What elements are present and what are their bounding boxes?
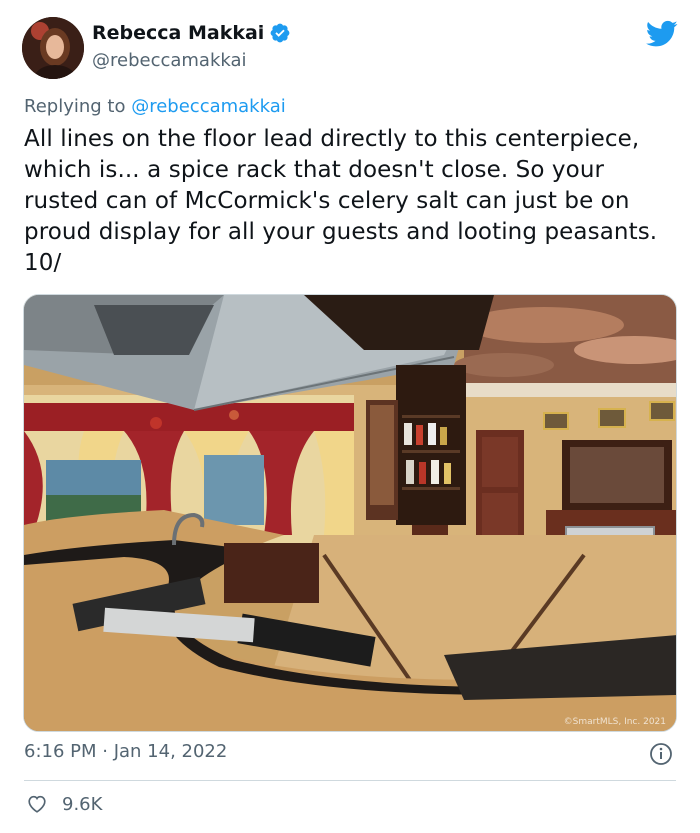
heart-icon[interactable]	[26, 793, 48, 815]
tweet-text: All lines on the floor lead directly to …	[24, 126, 658, 276]
replying-to-mention-link[interactable]: @rebeccamakkai	[131, 96, 286, 117]
like-count: 9.6K	[62, 793, 103, 815]
like-action[interactable]: 9.6K	[26, 793, 102, 815]
verified-badge-icon	[269, 22, 291, 44]
author-handle[interactable]: @rebeccamakkai	[92, 50, 247, 71]
avatar[interactable]	[22, 17, 84, 79]
info-icon[interactable]	[649, 742, 673, 766]
author-display-name[interactable]: Rebecca Makkai	[92, 22, 264, 44]
author-name-row[interactable]: Rebecca Makkai	[92, 22, 291, 44]
tweet-timestamp[interactable]: 6:16 PM · Jan 14, 2022	[24, 741, 227, 762]
replying-to-line: Replying to @rebeccamakkai	[24, 96, 286, 117]
tweet-card: Rebecca Makkai @rebeccamakkai Replying t…	[0, 0, 700, 833]
twitter-bird-icon[interactable]	[645, 20, 678, 48]
replying-to-label: Replying to	[24, 96, 126, 117]
tweet-photo[interactable]: ©SmartMLS, Inc. 2021	[23, 294, 677, 732]
divider	[24, 780, 676, 781]
photo-watermark: ©SmartMLS, Inc. 2021	[563, 717, 666, 727]
